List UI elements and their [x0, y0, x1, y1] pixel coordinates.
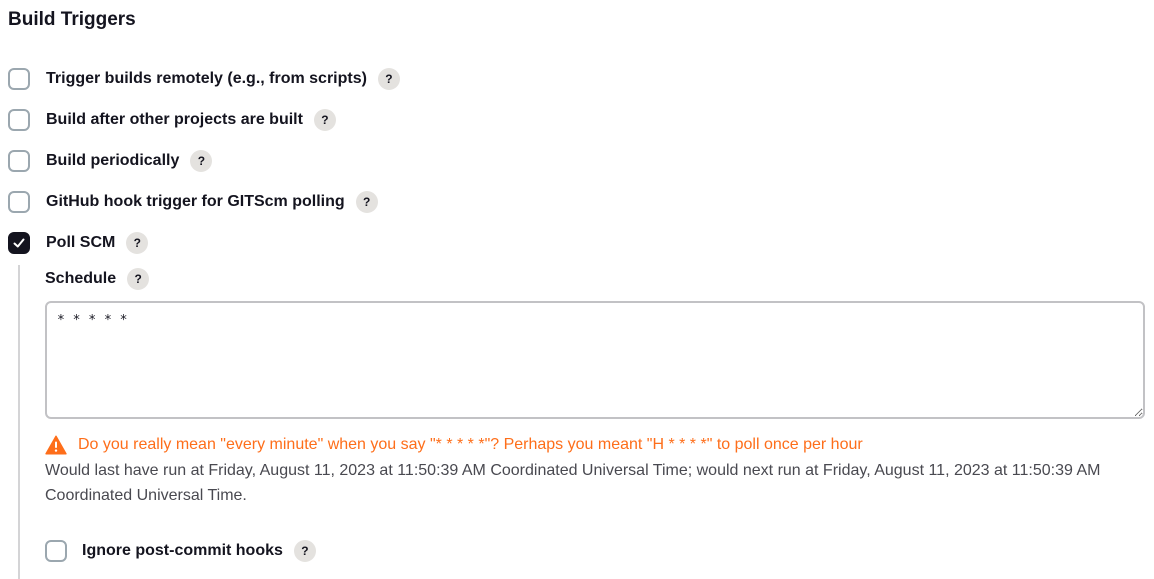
trigger-after-other-projects-checkbox[interactable] [8, 109, 30, 131]
trigger-after-other-projects-label[interactable]: Build after other projects are built [46, 110, 303, 130]
help-icon[interactable]: ? [127, 268, 150, 290]
nested-section-bar [18, 265, 20, 579]
help-icon[interactable]: ? [313, 109, 336, 131]
trigger-remote-checkbox[interactable] [8, 68, 30, 90]
schedule-warning: Do you really mean "every minute" when y… [45, 434, 863, 456]
trigger-poll-scm-checkbox[interactable] [8, 232, 30, 254]
help-icon[interactable]: ? [355, 191, 378, 213]
help-icon[interactable]: ? [126, 232, 149, 254]
warning-triangle-icon [45, 435, 67, 455]
trigger-periodically-checkbox[interactable] [8, 150, 30, 172]
trigger-periodically-label[interactable]: Build periodically [46, 151, 179, 171]
ignore-post-commit-hooks-label[interactable]: Ignore post-commit hooks [82, 541, 283, 561]
schedule-label: Schedule [45, 270, 117, 287]
trigger-remote-label[interactable]: Trigger builds remotely (e.g., from scri… [46, 69, 367, 89]
section-title: Build Triggers [8, 9, 136, 30]
trigger-poll-scm-row[interactable]: Poll SCM ? [8, 230, 149, 256]
checkmark-icon [13, 238, 25, 248]
schedule-textarea[interactable] [45, 301, 1145, 419]
schedule-run-info: Would last have run at Friday, August 11… [45, 462, 1101, 504]
help-icon[interactable]: ? [377, 68, 400, 90]
trigger-github-hook-row[interactable]: GitHub hook trigger for GITScm polling ? [8, 189, 378, 215]
build-triggers-panel: Build Triggers Trigger builds remotely (… [0, 0, 1154, 579]
trigger-after-other-projects-row[interactable]: Build after other projects are built ? [8, 107, 336, 133]
trigger-poll-scm-label[interactable]: Poll SCM [46, 233, 115, 253]
ignore-post-commit-hooks-checkbox[interactable] [45, 540, 67, 562]
trigger-github-hook-checkbox[interactable] [8, 191, 30, 213]
trigger-github-hook-label[interactable]: GitHub hook trigger for GITScm polling [46, 192, 345, 212]
schedule-textarea-wrapper [45, 301, 1145, 419]
help-icon[interactable]: ? [190, 150, 213, 172]
schedule-field-header: Schedule ? [45, 266, 150, 292]
help-icon[interactable]: ? [293, 540, 316, 562]
warning-text: Do you really mean "every minute" when y… [78, 436, 863, 453]
trigger-periodically-row[interactable]: Build periodically ? [8, 148, 213, 174]
ignore-post-commit-hooks-row[interactable]: Ignore post-commit hooks ? [45, 538, 316, 564]
trigger-remote-row[interactable]: Trigger builds remotely (e.g., from scri… [8, 66, 400, 92]
